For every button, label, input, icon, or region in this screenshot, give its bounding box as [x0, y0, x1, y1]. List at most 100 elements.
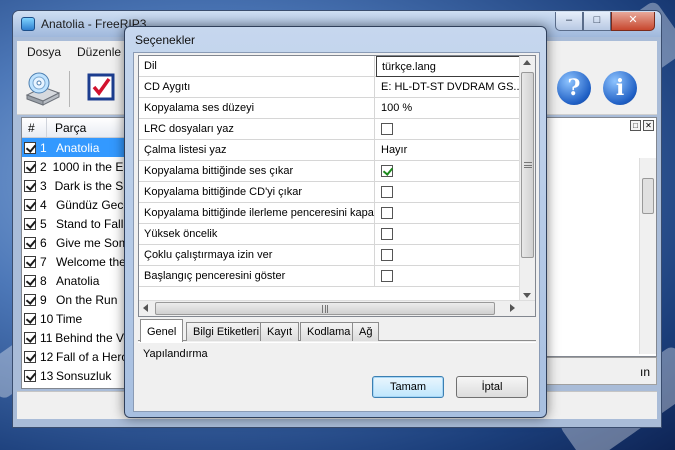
track-row[interactable]: 6 Give me Som — [22, 233, 130, 252]
toolbar-separator — [69, 71, 70, 107]
property-checkbox[interactable] — [381, 207, 393, 219]
track-number: 6 — [40, 235, 47, 250]
property-value[interactable]: E: HL-DT-ST DVDRAM GS... — [376, 77, 527, 98]
track-list: # Parça 1 Anatolia 2 1000 in the Ea 3 Dark is… — [21, 117, 131, 389]
track-checkbox[interactable] — [24, 236, 36, 249]
track-row[interactable]: 3 Dark is the Su — [22, 176, 130, 195]
tab-bilgi-etiketleri[interactable]: Bilgi Etiketleri — [186, 322, 267, 341]
menu-dosya[interactable]: Dosya — [27, 45, 61, 59]
property-grid-hscrollbar[interactable] — [139, 300, 535, 316]
property-row[interactable]: Yüksek öncelik — [139, 224, 531, 245]
info-icon[interactable]: i — [603, 71, 637, 105]
maximize-button[interactable]: □ — [583, 12, 611, 31]
scroll-up-icon[interactable] — [523, 60, 531, 65]
property-value[interactable] — [376, 161, 527, 182]
cd-rip-button[interactable] — [23, 69, 63, 109]
property-row[interactable]: Kopyalama bittiğinde ses çıkar — [139, 161, 531, 182]
panel-scrollbar[interactable] — [639, 158, 656, 354]
property-value[interactable] — [376, 245, 527, 266]
track-row[interactable]: 8 Anatolia — [22, 271, 130, 290]
track-number: 7 — [40, 254, 47, 269]
menu-duzenle[interactable]: Düzenle — [77, 45, 121, 59]
check-all-button[interactable] — [83, 69, 123, 109]
track-row[interactable]: 7 Welcome the — [22, 252, 130, 271]
help-icon[interactable]: ? — [557, 71, 591, 105]
track-row[interactable]: 11 Behind the Ve — [22, 328, 130, 347]
track-title: Anatolia — [56, 140, 100, 155]
minimize-button[interactable]: – — [555, 12, 583, 31]
track-number: 2 — [40, 159, 47, 174]
property-row[interactable]: Kopyalama bittiğinde ilerleme penceresin… — [139, 203, 531, 224]
property-row[interactable]: Kopyalama ses düzeyi 100 % — [139, 98, 531, 119]
scroll-left-icon[interactable] — [143, 304, 148, 312]
track-title: Stand to Fall — [56, 216, 124, 231]
property-value[interactable]: 100 % — [376, 98, 527, 119]
property-row[interactable]: Çalma listesi yaz Hayır — [139, 140, 531, 161]
panel-restore-icon[interactable]: □ — [630, 120, 641, 131]
property-row[interactable]: CD Aygıtı E: HL-DT-ST DVDRAM GS... — [139, 77, 531, 98]
property-row[interactable]: Başlangıç penceresini göster — [139, 266, 531, 287]
track-number: 11 — [40, 330, 53, 345]
property-name: Başlangıç penceresini göster — [139, 266, 375, 287]
tab-genel[interactable]: Genel — [140, 319, 184, 342]
ok-button[interactable]: Tamam — [372, 376, 444, 398]
track-checkbox[interactable] — [24, 179, 36, 192]
panel-scrollbar-thumb[interactable] — [642, 178, 654, 214]
property-row[interactable]: Çoklu çalıştırmaya izin ver — [139, 245, 531, 266]
track-number-column-header[interactable]: # — [22, 121, 46, 135]
property-value[interactable]: türkçe.lang — [376, 56, 527, 77]
right-bottom-bar: ın — [533, 357, 657, 385]
property-checkbox[interactable] — [381, 165, 393, 177]
tab-ag[interactable]: Ağ — [352, 322, 380, 341]
property-row[interactable]: Kopyalama bittiğinde CD'yi çıkar — [139, 182, 531, 203]
property-checkbox[interactable] — [381, 228, 393, 240]
track-checkbox[interactable] — [24, 141, 36, 154]
track-title: Sonsuzluk — [56, 368, 112, 383]
track-row[interactable]: 10 Time — [22, 309, 130, 328]
tab-kodlama[interactable]: Kodlama — [300, 322, 358, 341]
tab-kayit[interactable]: Kayıt — [260, 322, 300, 341]
property-value[interactable] — [376, 182, 527, 203]
track-number: 4 — [40, 197, 47, 212]
track-title: Time — [56, 311, 83, 326]
property-value[interactable] — [376, 224, 527, 245]
track-checkbox[interactable] — [24, 312, 36, 325]
track-checkbox[interactable] — [24, 255, 36, 268]
property-checkbox[interactable] — [381, 270, 393, 282]
track-checkbox[interactable] — [24, 331, 36, 344]
property-value[interactable]: Hayır — [376, 140, 527, 161]
property-name: LRC dosyaları yaz — [139, 119, 375, 140]
track-checkbox[interactable] — [24, 369, 36, 382]
property-value[interactable] — [376, 266, 527, 287]
track-checkbox[interactable] — [24, 217, 36, 230]
property-grid-vscrollbar[interactable] — [519, 56, 535, 302]
track-checkbox[interactable] — [24, 274, 36, 287]
track-row[interactable]: 9 On the Run — [22, 290, 130, 309]
track-title-column-header[interactable]: Parça — [46, 118, 86, 137]
cancel-button[interactable]: İptal — [456, 376, 528, 398]
track-row[interactable]: 1 Anatolia — [22, 138, 130, 157]
track-row[interactable]: 5 Stand to Fall — [22, 214, 130, 233]
track-row[interactable]: 2 1000 in the Ea — [22, 157, 130, 176]
scroll-right-icon[interactable] — [510, 304, 515, 312]
track-row[interactable]: 13 Sonsuzluk — [22, 366, 130, 385]
vscroll-thumb[interactable] — [521, 72, 534, 258]
track-checkbox[interactable] — [24, 293, 36, 306]
track-checkbox[interactable] — [24, 198, 36, 211]
panel-close-icon[interactable]: ✕ — [643, 120, 654, 131]
hscroll-thumb[interactable] — [155, 302, 495, 315]
property-checkbox[interactable] — [381, 123, 393, 135]
property-row[interactable]: LRC dosyaları yaz — [139, 119, 531, 140]
property-value[interactable] — [376, 119, 527, 140]
property-value[interactable] — [376, 203, 527, 224]
track-row[interactable]: 4 Gündüz Gece — [22, 195, 130, 214]
close-button[interactable]: ✕ — [611, 12, 655, 31]
property-row[interactable]: Dil türkçe.lang — [139, 56, 531, 77]
checkbox-checked-icon — [87, 73, 115, 101]
track-checkbox[interactable] — [24, 160, 36, 173]
track-checkbox[interactable] — [24, 350, 36, 363]
scroll-down-icon[interactable] — [523, 293, 531, 298]
track-row[interactable]: 12 Fall of a Hero — [22, 347, 130, 366]
property-checkbox[interactable] — [381, 186, 393, 198]
property-checkbox[interactable] — [381, 249, 393, 261]
